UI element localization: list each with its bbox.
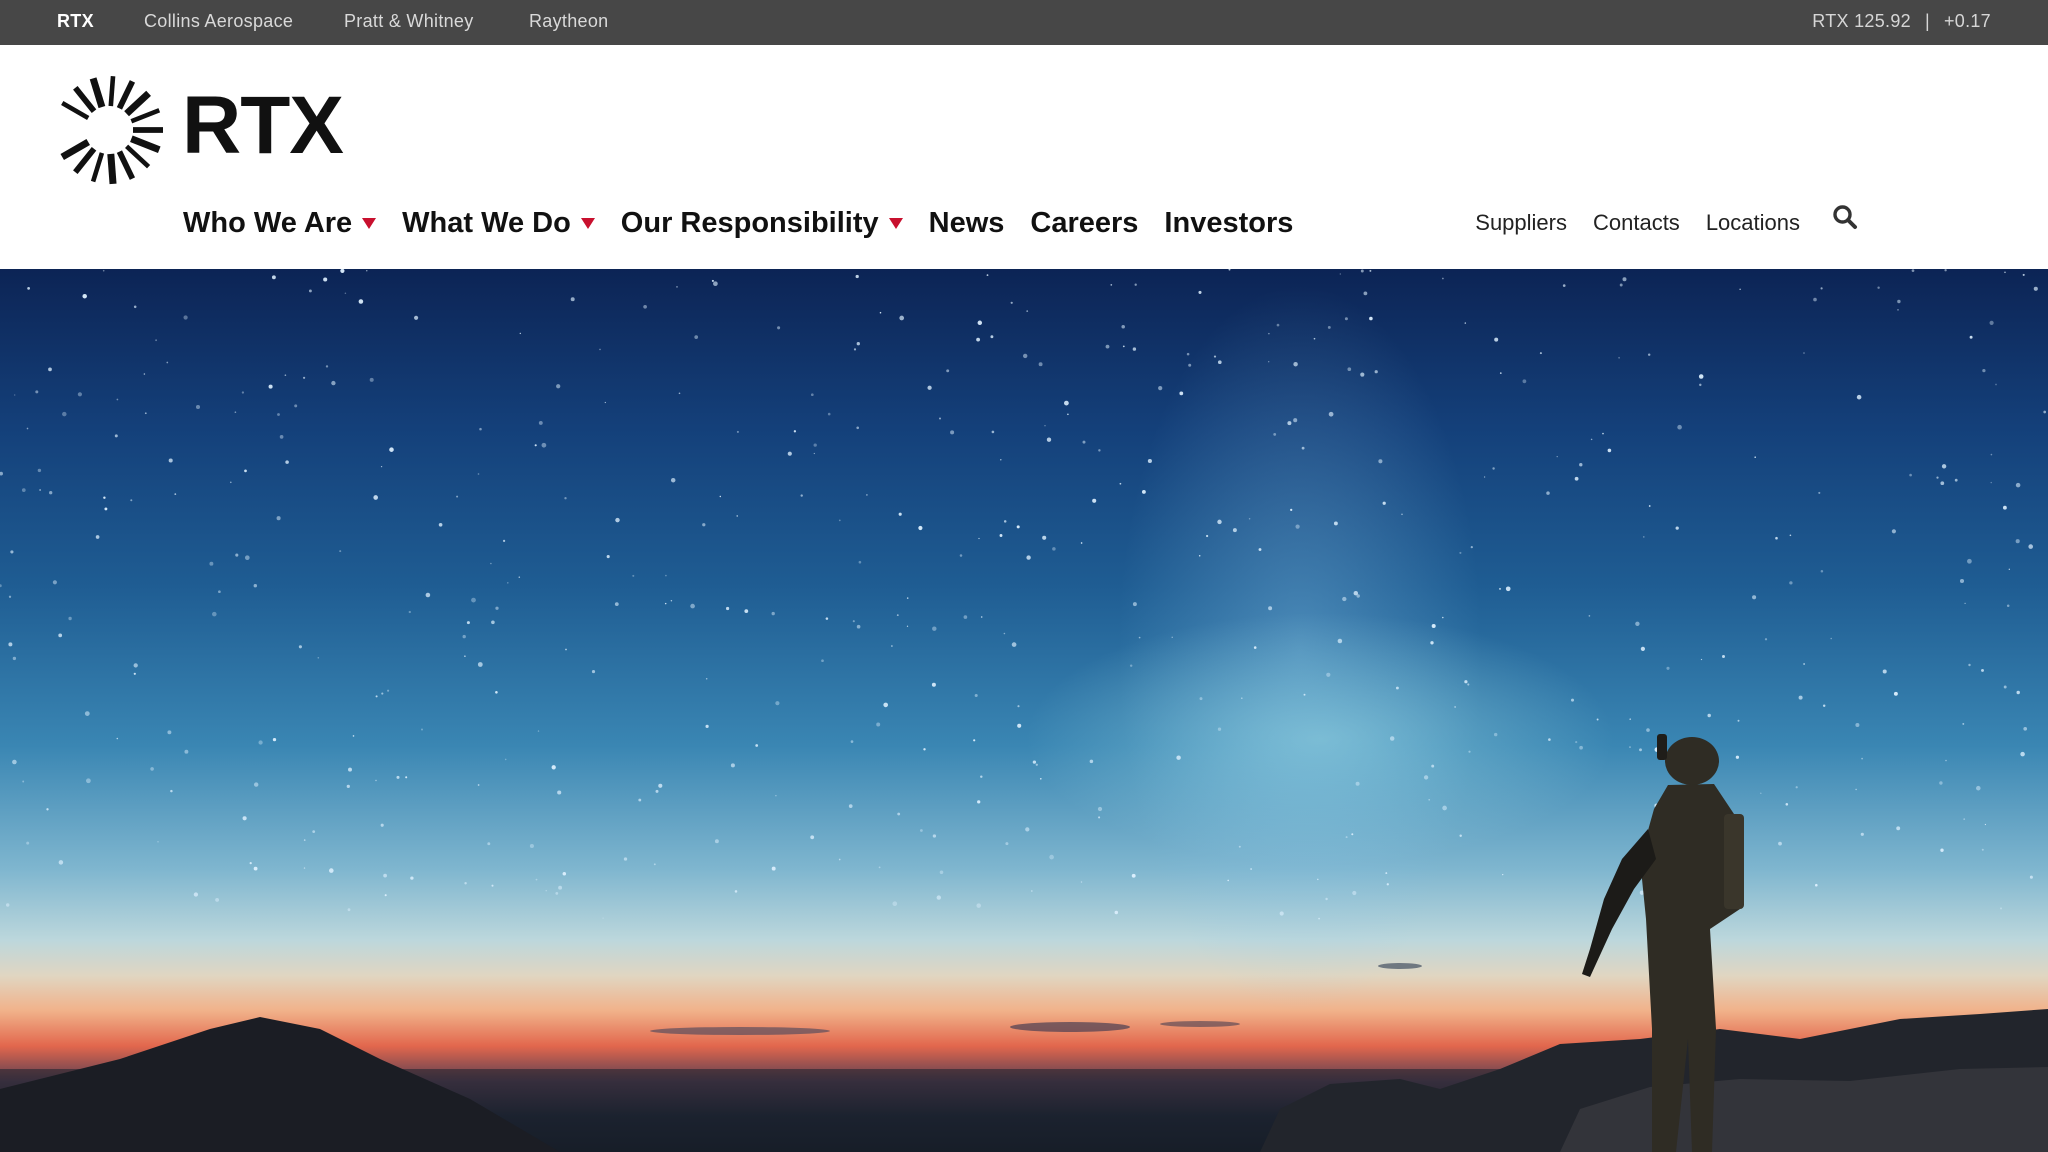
brand-link-raytheon[interactable]: Raytheon (529, 11, 608, 32)
utility-bar: RTX Collins Aerospace Pratt & Whitney Ra… (0, 0, 2048, 45)
brand-link-rtx[interactable]: RTX (57, 11, 94, 32)
stock-ticker: RTX 125.92 | +0.17 (1812, 11, 1991, 32)
stock-separator: | (1924, 11, 1930, 31)
nav-label: News (928, 206, 1005, 239)
rtx-sunburst-logo-icon (60, 75, 163, 185)
nav-our-responsibility[interactable]: Our Responsibility (621, 207, 903, 240)
nav-investors[interactable]: Investors (1164, 207, 1293, 240)
brand-link-pratt-whitney[interactable]: Pratt & Whitney (344, 11, 474, 32)
search-icon (1833, 205, 1857, 229)
nav-contacts[interactable]: Contacts (1593, 210, 1680, 236)
main-nav: Who We Are What We Do Our Responsibility… (183, 201, 1319, 245)
hero-image (0, 269, 2048, 1152)
caret-down-icon (580, 217, 595, 229)
nav-label: What We Do (402, 206, 571, 239)
caret-down-icon (888, 217, 903, 229)
site-header: RTX Who We Are What We Do Our Responsibi… (0, 45, 2048, 269)
nav-label: Investors (1164, 206, 1294, 239)
nav-label: Our Responsibility (620, 206, 879, 239)
hero-night-sky-illustration (0, 269, 2048, 1152)
stock-change: +0.17 (1943, 11, 1991, 31)
nav-who-we-are[interactable]: Who We Are (183, 206, 377, 240)
nav-suppliers[interactable]: Suppliers (1475, 210, 1567, 236)
nav-locations[interactable]: Locations (1706, 210, 1800, 236)
rtx-logo[interactable]: RTX (54, 75, 344, 185)
brand-link-collins-aerospace[interactable]: Collins Aerospace (144, 11, 293, 32)
logo-wordmark: RTX (182, 80, 344, 171)
nav-label: Who We Are (183, 206, 353, 239)
secondary-nav: Suppliers Contacts Locations (1449, 205, 1800, 241)
stock-price: RTX 125.92 (1812, 11, 1911, 31)
search-button[interactable] (1830, 199, 1860, 235)
nav-news[interactable]: News (929, 207, 1005, 240)
nav-what-we-do[interactable]: What We Do (402, 207, 595, 240)
nav-label: Careers (1030, 206, 1139, 239)
caret-down-icon (362, 217, 377, 229)
nav-careers[interactable]: Careers (1030, 207, 1138, 240)
